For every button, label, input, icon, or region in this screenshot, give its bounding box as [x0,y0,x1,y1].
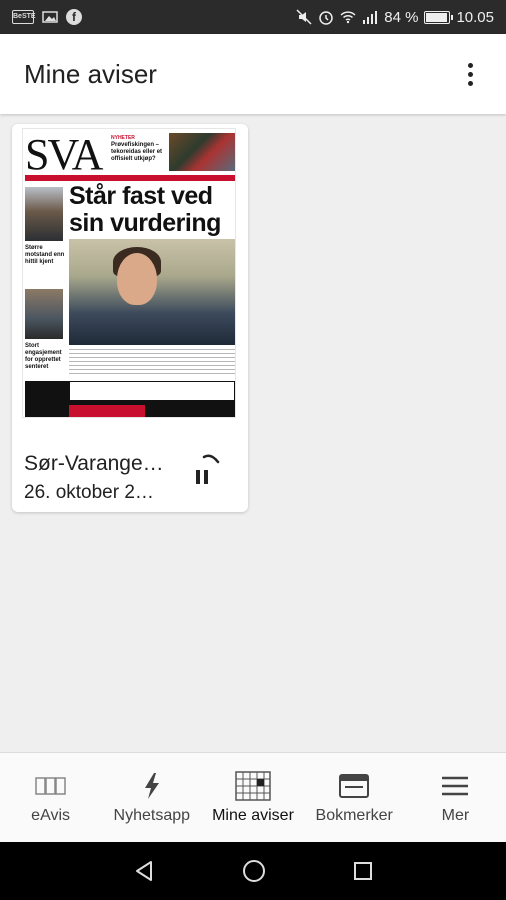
nav-item-bokmerker[interactable]: Bokmerker [304,753,405,842]
more-options-icon[interactable] [458,59,482,89]
app-notification-icon: BeSTE [12,10,36,24]
back-icon[interactable] [132,859,156,883]
nav-label: Nyhetsapp [113,807,191,824]
cover-side-story: Stort engasjement for opprettet senteret [25,343,62,370]
newspaper-date: 26. oktober 2… [24,482,154,503]
nav-label: eAvis [31,807,71,824]
cover-main-photo [69,239,235,345]
hamburger-menu-icon [442,776,469,796]
cover-side-photo [25,187,63,241]
status-bar: BeSTE f 84 % 10.05 [0,0,506,34]
battery-icon [424,10,454,24]
newspaper-card[interactable]: SVA NYHETER Prøvefiskingen – tekoreidas … [12,124,248,512]
download-progress-icon [202,454,220,464]
grid-calendar-icon [235,771,271,801]
nav-item-mer[interactable]: Mer [405,753,506,842]
system-navigation-bar [0,842,506,900]
gallery-icon [42,11,58,23]
pause-download-icon[interactable] [196,470,212,486]
cover-side-story: Større motstand enn hittil kjent [25,245,65,265]
app-bar: Mine aviser [0,34,506,114]
nav-item-nyhetsapp[interactable]: Nyhetsapp [101,753,202,842]
lightning-icon [144,773,159,799]
cover-date-bar [25,175,235,181]
battery-percent: 84 % [384,8,419,26]
bookmark-window-icon [339,774,370,798]
wifi-icon [340,11,356,24]
cover-side-photo [25,289,63,339]
nav-label: Bokmerker [315,807,393,824]
cover-ad-banner [69,405,145,417]
newspaper-title: Sør-Varange… [24,452,164,475]
cover-ad-box [69,381,235,401]
nav-item-eavis[interactable]: eAvis [0,753,101,842]
nav-label: Mine aviser [212,807,294,824]
signal-icon [363,11,378,24]
cover-headline: Står fast ved sin vurdering [69,182,221,237]
bottom-navigation: eAvis Nyhetsapp Mine aviser Bokmerker Me… [0,752,506,842]
cover-body-text [69,349,235,375]
page-title: Mine aviser [24,58,157,89]
eavis-pages-icon [34,777,66,795]
alarm-icon [319,11,333,25]
nav-label: Mer [441,807,470,824]
mute-icon [296,9,312,25]
recent-apps-icon[interactable] [352,860,374,882]
facebook-icon: f [66,9,82,25]
home-icon[interactable] [241,858,267,884]
nav-item-mine-aviser[interactable]: Mine aviser [202,753,303,842]
newspaper-cover-thumbnail[interactable]: SVA NYHETER Prøvefiskingen – tekoreidas … [22,128,236,418]
clock: 10.05 [456,8,494,26]
cover-masthead: SVA [25,130,103,179]
cover-teaser: NYHETER Prøvefiskingen – tekoreidas elle… [111,135,163,162]
cover-teaser-photo [169,133,235,171]
